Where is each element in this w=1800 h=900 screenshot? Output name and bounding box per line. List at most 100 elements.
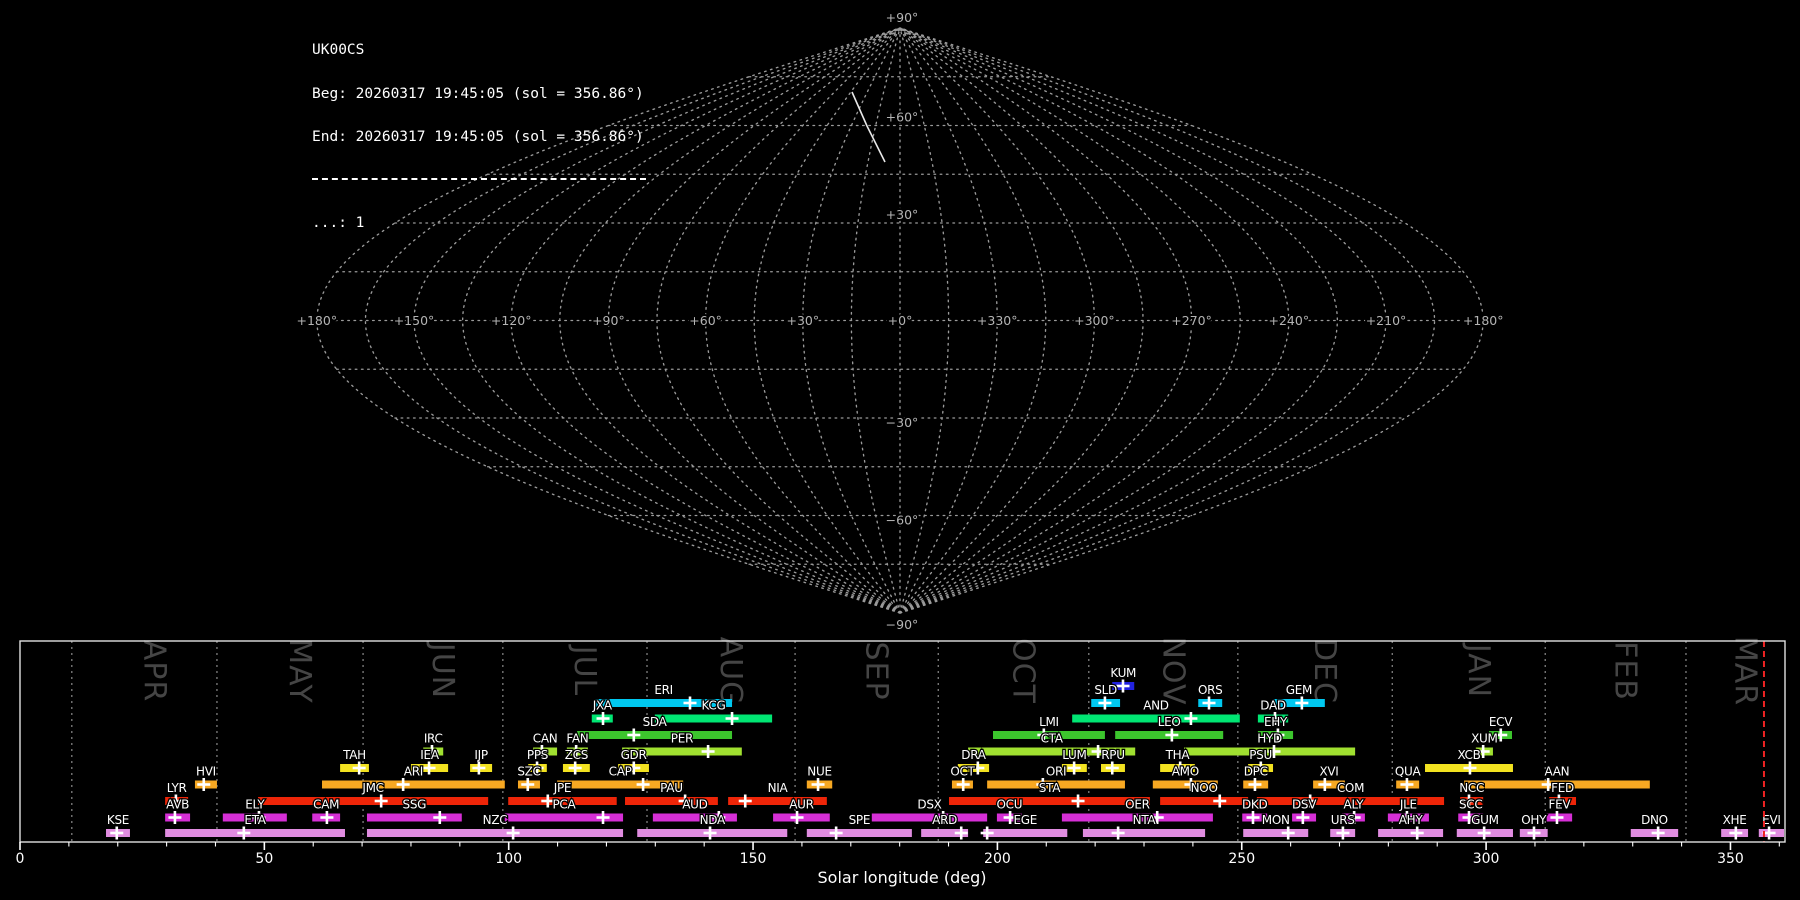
peak-marker-SSG: [433, 811, 447, 824]
peak-marker-NIA: [738, 794, 752, 808]
shower-label-QUA: QUA: [1395, 765, 1422, 779]
trail-count-legend: ...: 1: [312, 214, 365, 231]
shower-label-ETA: ETA: [244, 813, 266, 827]
month-label: SEP: [859, 641, 894, 700]
peak-marker-ORS: [1202, 696, 1216, 710]
longitude-label: +60°: [689, 313, 722, 328]
shower-bar-SSG: [366, 813, 462, 822]
month-label: MAR: [1727, 636, 1762, 706]
longitude-label: +270°: [1171, 313, 1212, 328]
shower-label-NZC: NZC: [483, 813, 508, 827]
latitude-label: +60°: [886, 110, 919, 125]
longitude-label: +180°: [1463, 313, 1504, 328]
shower-bar-ETA: [165, 829, 345, 837]
month-label: JAN: [1461, 642, 1496, 698]
peak-marker-AHY: [1410, 826, 1424, 840]
longitude-label: +30°: [786, 313, 819, 328]
longitude-label: +180°: [297, 313, 338, 328]
peak-marker-MON: [1281, 826, 1295, 840]
shower-label-IEA: IEA: [420, 748, 440, 762]
tick-label-0: 0: [16, 851, 25, 867]
peak-marker-ZCS: [568, 761, 582, 775]
shower-label-STA: STA: [1039, 781, 1061, 795]
shower-label-TAH: TAH: [342, 748, 366, 762]
month-label: JUN: [425, 641, 460, 699]
screenshot-root: UK00CS Beg: 20260317 19:45:05 (sol = 356…: [0, 0, 1800, 900]
shower-label-OCU: OCU: [997, 798, 1023, 812]
tick-label-50: 50: [255, 851, 273, 867]
end-time: End: 20260317 19:45:05 (sol = 356.86°): [312, 129, 644, 145]
shower-label-NIA: NIA: [768, 781, 789, 795]
peak-marker-PCA: [596, 811, 610, 824]
shower-label-ARD: ARD: [932, 813, 957, 827]
longitude-label: +150°: [394, 313, 435, 328]
shower-label-PPS: PPS: [527, 748, 548, 762]
shower-label-IJP: IJP: [474, 748, 487, 762]
month-label: MAY: [282, 638, 317, 703]
peak-marker-XHE: [1729, 826, 1743, 840]
shower-bar-DSX: [871, 813, 988, 822]
shower-label-GDR: GDR: [621, 748, 647, 762]
longitude-label: +90°: [592, 313, 625, 328]
shower-label-PCA: PCA: [552, 798, 576, 812]
month-label: JUL: [567, 644, 602, 697]
begin-time: Beg: 20260317 19:45:05 (sol = 356.86°): [312, 85, 644, 102]
shower-label-XCB: XCB: [1457, 748, 1480, 762]
shower-label-PAU: PAU: [660, 781, 683, 795]
shower-label-NOO: NOO: [1191, 781, 1218, 795]
month-label: AUG: [713, 637, 748, 706]
peak-marker-SLD: [1098, 696, 1112, 710]
tick-label-350: 350: [1717, 851, 1744, 867]
north-pole-label: +90°: [886, 10, 919, 25]
shower-label-NCC: NCC: [1459, 781, 1484, 795]
shower-label-XHE: XHE: [1723, 813, 1747, 827]
shower-label-ORI: ORI: [1046, 765, 1066, 779]
peak-marker-JMC: [374, 794, 388, 808]
month-label: NOV: [1155, 636, 1190, 705]
shower-label-SLD: SLD: [1094, 683, 1117, 697]
shower-label-ELY: ELY: [245, 798, 265, 812]
shower-bar-SPE: [806, 829, 912, 837]
peak-marker-SDA: [627, 728, 641, 742]
peak-marker-URS: [1336, 826, 1350, 840]
peak-marker-NDA: [703, 826, 717, 840]
shower-bar-NOO: [1160, 797, 1249, 805]
south-pole-label: −90°: [886, 617, 919, 632]
shower-label-PSU: PSU: [1249, 748, 1272, 762]
x-axis: [19, 842, 1780, 850]
shower-bar-NTA: [1082, 829, 1206, 837]
shower-bar-MON: [1243, 829, 1309, 837]
shower-label-CTA: CTA: [1041, 732, 1064, 746]
shower-label-JPE: JPE: [553, 781, 571, 795]
tick-label-300: 300: [1473, 851, 1500, 867]
longitude-label: +0°: [888, 313, 913, 328]
shower-label-SDA: SDA: [643, 715, 668, 729]
month-label: APR: [136, 640, 171, 702]
shower-label-LUM: LUM: [1062, 748, 1086, 762]
peak-marker-GUM: [1477, 826, 1491, 840]
shower-label-NDA: NDA: [700, 813, 726, 827]
separator-line: [312, 177, 646, 180]
shower-label-ALY: ALY: [1344, 798, 1365, 812]
shower-bar-AND: [1072, 714, 1240, 723]
shower-bar-JMC: [257, 797, 489, 805]
shower-label-LYR: LYR: [167, 781, 187, 795]
shower-label-DRA: DRA: [961, 748, 986, 762]
peak-marker-AUR: [790, 811, 804, 824]
peak-marker-QUA: [1400, 778, 1414, 791]
shower-label-JXA: JXA: [592, 699, 613, 713]
tick-label-200: 200: [984, 851, 1011, 867]
shower-label-ORS: ORS: [1198, 683, 1223, 697]
shower-label-NUE: NUE: [807, 765, 831, 779]
peak-marker-GEM: [1295, 696, 1309, 710]
peak-marker-LEO: [1165, 728, 1179, 742]
peak-marker-SZC: [521, 778, 535, 791]
longitude-label: +210°: [1366, 313, 1407, 328]
shower-label-RPU: RPU: [1101, 748, 1124, 762]
shower-bar-NZC: [366, 829, 624, 837]
shower-label-DKD: DKD: [1242, 798, 1268, 812]
peak-marker-KCG: [725, 712, 739, 725]
shower-label-DSV: DSV: [1292, 798, 1317, 812]
shower-label-CAP: CAP: [609, 765, 632, 779]
shower-label-AND: AND: [1143, 699, 1169, 713]
